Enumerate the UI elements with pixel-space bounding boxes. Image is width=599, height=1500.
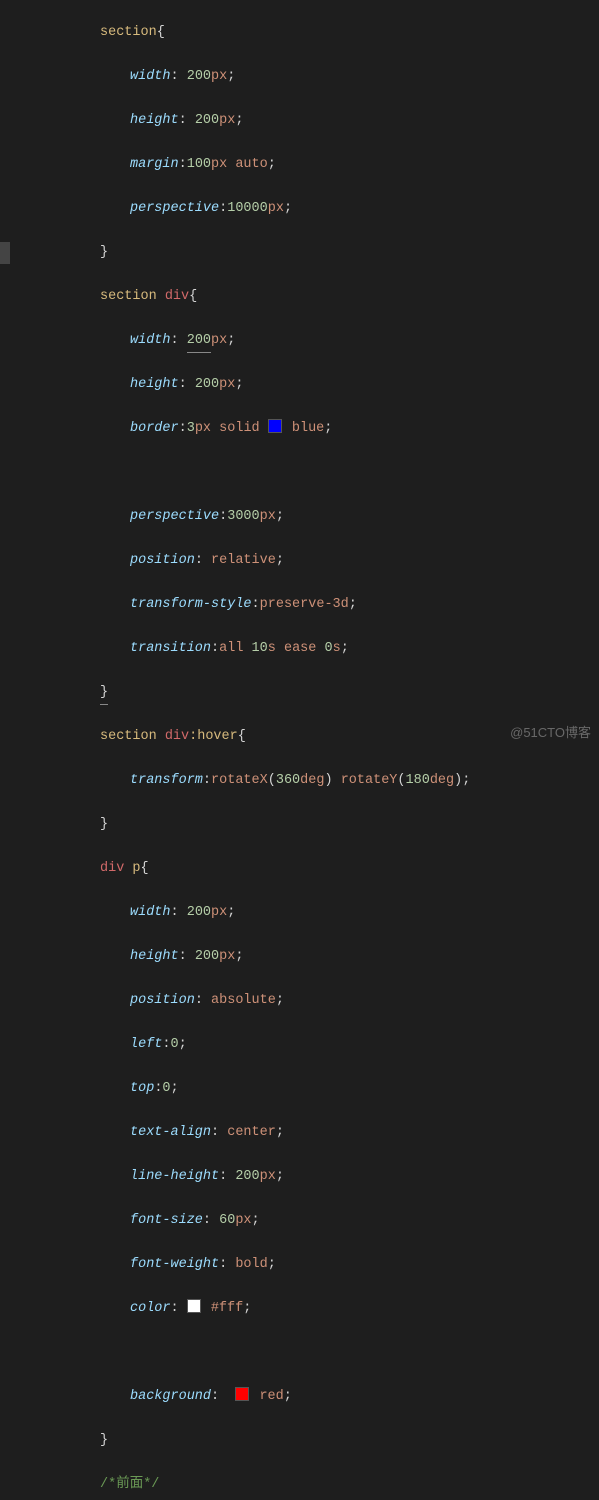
color-swatch-white[interactable] (187, 1299, 201, 1313)
watermark: @51CTO博客 (510, 722, 591, 744)
gutter-marker (0, 242, 10, 264)
property: width (130, 69, 171, 84)
editor-gutter (0, 0, 22, 750)
comment: /*前面*/ (100, 1477, 159, 1492)
color-swatch-blue[interactable] (268, 419, 282, 433)
selector: section (100, 25, 157, 40)
color-swatch-red[interactable] (235, 1387, 249, 1401)
code-editor[interactable]: section{ width: 200px; height: 200px; ma… (30, 0, 599, 1500)
